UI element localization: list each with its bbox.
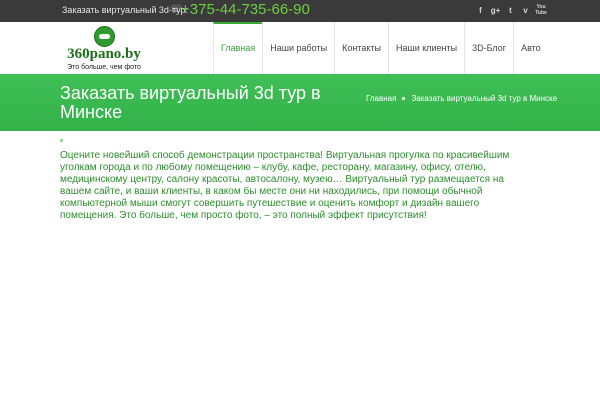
site-header: 360pano.by Это больше, чем фото Главная … — [0, 22, 600, 74]
bullet-marker — [60, 139, 63, 142]
social-links: f g+ t v You Tube — [475, 4, 547, 17]
breadcrumb-current: Заказать виртуальный 3d тур в Минске — [411, 94, 558, 103]
nav-item-works[interactable]: Наши работы — [262, 22, 334, 74]
youtube-icon[interactable]: You Tube — [535, 4, 547, 17]
google-plus-icon[interactable]: g+ — [490, 4, 501, 17]
logo-name: 360pano.by — [67, 46, 141, 62]
nav-item-contacts[interactable]: Контакты — [334, 22, 388, 74]
intro-paragraph: Оцените новейший способ демонстрации про… — [60, 150, 510, 221]
vimeo-icon[interactable]: v — [520, 4, 531, 17]
nav-item-home[interactable]: Главная — [213, 22, 263, 74]
breadcrumb-separator — [402, 97, 406, 100]
phone-number-link[interactable]: +375-44-735-66-90 — [181, 1, 310, 19]
page-title-band: Заказать виртуальный 3d тур в Минске Гла… — [0, 74, 600, 131]
breadcrumb-home[interactable]: Главная — [366, 94, 396, 103]
top-bar: Заказать виртуальный 3d-тур: ☏ +375-44-7… — [0, 0, 600, 22]
breadcrumb: Главная Заказать виртуальный 3d тур в Мин… — [366, 94, 557, 103]
nav-item-clients[interactable]: Наши клиенты — [387, 22, 464, 74]
main-nav: Главная Наши работы Контакты Наши клиент… — [213, 22, 548, 74]
nav-item-blog[interactable]: 3D-Блог — [464, 22, 513, 74]
facebook-icon[interactable]: f — [475, 4, 486, 17]
logo-emblem — [94, 26, 115, 47]
site-logo[interactable]: 360pano.by Это больше, чем фото — [65, 25, 143, 73]
page-title: Заказать виртуальный 3d тур в Минске — [60, 83, 321, 122]
logo-tagline: Это больше, чем фото — [67, 64, 141, 71]
nav-item-auto[interactable]: Авто — [513, 22, 548, 74]
twitter-icon[interactable]: t — [505, 4, 516, 17]
